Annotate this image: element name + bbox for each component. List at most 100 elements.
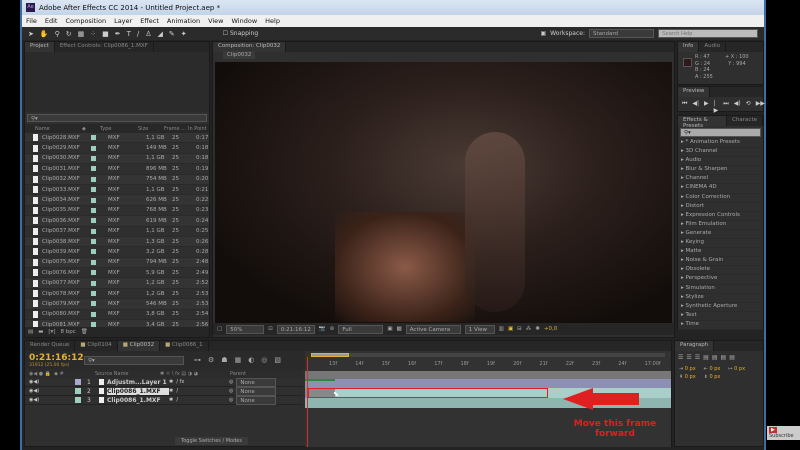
new-folder-icon[interactable]: ▬ [38,329,43,335]
audio-icon[interactable]: ◀) [734,100,741,114]
transparency-grid-icon[interactable]: ▩ [397,326,402,332]
effect-category[interactable]: ▸ Noise & Grain [678,257,763,267]
layer-row[interactable]: ◉◀) 3 Clip0086_1.MXF ✱ / ◎ None [25,395,303,405]
views-select[interactable]: 1 View [464,324,495,334]
effect-category[interactable]: ▸ Color Correction [678,194,763,203]
layer-name[interactable]: Clip0086_1.MXF [107,387,169,395]
menu-view[interactable]: View [208,17,223,25]
work-area-strip[interactable] [305,371,671,379]
toggle-pixel-aspect-icon[interactable]: ▥ [499,326,504,332]
layer-label-color[interactable] [75,388,81,394]
camera-select[interactable]: Active Camera [405,324,461,334]
snapshot-icon[interactable]: 📷 [319,326,326,332]
project-item[interactable]: Clip0036.MXF MXF 619 MB 25 0:24 [25,216,209,227]
search-help-input[interactable] [658,29,758,38]
project-item[interactable]: Clip0033.MXF MXF 1,1 GB 25 0:21 [25,185,209,196]
effect-category[interactable]: ▸ Audio [678,157,763,167]
roto-tool-icon[interactable]: ✎ [169,30,175,38]
layer-label-color[interactable] [75,397,81,403]
motion-blur-icon[interactable]: ◐ [248,356,254,364]
justify-right-icon[interactable]: ▤ [721,354,727,361]
menu-file[interactable]: File [26,17,37,25]
parent-select[interactable]: None [236,386,277,396]
menu-animation[interactable]: Animation [167,17,200,25]
time-ruler[interactable]: 13f 14f 15f 16f 17f 18f 19f 20f 21f 22f 23f 24f 17:0… [305,359,671,371]
effect-category[interactable]: ▸ Perspective [678,275,763,285]
project-item[interactable]: Clip0035.MXF MXF 768 MB 25 0:23 [25,206,209,217]
space-after-field[interactable]: ⇟ 0 px [704,374,721,380]
layer-switches[interactable]: ✱ / [169,388,229,394]
current-time-field[interactable]: 0:21:16:12 [276,324,315,334]
composition-viewer[interactable] [215,62,672,323]
channel-icon[interactable]: ⊛ [330,326,335,332]
safe-margins-icon[interactable]: ⊡ [268,326,273,332]
effect-category[interactable]: ▸ 3D Channel [678,148,763,158]
timeline-tab[interactable]: Render Queue [25,341,76,351]
effect-category[interactable]: ▸ Distort [678,203,763,212]
new-comp-icon[interactable]: [▾] [48,329,55,335]
loop-icon[interactable]: ⟲ [746,100,751,114]
menu-effect[interactable]: Effect [140,17,159,25]
trash-icon[interactable]: 🗑 [81,329,88,335]
frame-blending-icon[interactable]: ▦ [235,356,242,364]
project-item[interactable]: Clip0078.MXF MXF 1,2 GB 25 2:53 [25,289,209,300]
space-before-field[interactable]: ⇞ 0 px [679,374,696,380]
exposure-value[interactable]: +0,0 [544,326,557,332]
col-source-name[interactable]: Source Name [95,371,160,377]
project-item[interactable]: Clip0037.MXF MXF 1,1 GB 25 0:25 [25,227,209,237]
effect-category[interactable]: ▸ Stylize [678,294,763,303]
project-item[interactable]: Clip0080.MXF MXF 3,8 GB 25 2:54 [25,310,209,321]
col-type[interactable]: Type [100,126,138,132]
layer-name[interactable]: Adjustm...Layer 1 [107,379,169,386]
rotate-tool-icon[interactable]: ↻ [66,30,72,38]
justify-center-icon[interactable]: ▤ [712,354,718,361]
tab-project[interactable]: Project [25,42,55,52]
region-of-interest-icon[interactable]: ▣ [387,326,392,332]
menu-composition[interactable]: Composition [65,17,106,25]
justify-left-icon[interactable]: ▤ [703,354,709,361]
project-item[interactable]: Clip0030.MXF MXF 1,1 GB 25 0:18 [25,153,209,165]
effect-category[interactable]: ▸ CINEMA 4D [678,184,763,194]
effect-category[interactable]: ▸ Simulation [678,285,763,294]
effect-category[interactable]: ▸ * Animation Presets [678,139,763,149]
hand-tool-icon[interactable]: ✋ [40,30,49,38]
indent-right-field[interactable]: ⇤ 0 px [704,366,721,372]
col-name[interactable]: Name [25,126,82,132]
project-item[interactable]: Clip0028.MXF MXF 1,1 GB 25 0:17 [25,133,209,144]
visibility-audio-icon[interactable]: ◉◀) [25,388,75,394]
layer-label-color[interactable] [75,379,81,385]
timeline-tab[interactable]: ■ Clip0032 [117,341,161,351]
tab-paragraph[interactable]: Paragraph [675,341,715,351]
brush-tool-icon[interactable]: / [137,30,139,38]
project-item[interactable]: Clip0032.MXF MXF 754 MB 25 0:20 [25,174,209,185]
toggle-switches-modes-button[interactable]: Toggle Switches / Modes [175,437,248,445]
graph-editor-icon[interactable]: ◎ [261,356,267,364]
pen-tool-icon[interactable]: ✒ [115,30,121,38]
parent-pickwhip-icon[interactable]: ◎ [229,388,233,394]
shy-icon[interactable]: ☗ [221,356,227,364]
timeline-search-input[interactable]: ⚲▾ [84,355,184,365]
project-item[interactable]: Clip0075.MXF MXF 794 MB 25 2:48 [25,257,209,269]
col-frame-rate[interactable]: Frame ... [164,126,188,132]
mask-tool-icon[interactable]: ■ [102,30,109,38]
indent-first-line-field[interactable]: ↦ 0 px [728,366,745,372]
tab-info[interactable]: Info [678,42,700,52]
justify-all-icon[interactable]: ▤ [729,354,735,361]
effect-category[interactable]: ▸ Time [678,321,763,330]
fast-previews-icon[interactable]: ▣ [508,326,513,332]
flowchart-icon[interactable]: ⁂ [526,326,532,332]
effect-category[interactable]: ▸ Expression Controls [678,212,763,221]
tab-effect-controls[interactable]: Effect Controls: Clip0086_1.MXF [55,42,154,52]
last-frame-icon[interactable]: ⏭ [723,100,728,114]
camera-tool-icon[interactable]: ▦ [78,30,85,38]
timeline-tab[interactable]: ■ Clip0086_1 [160,341,209,351]
draft-3d-icon[interactable]: ⚙ [208,356,214,364]
project-item[interactable]: Clip0077.MXF MXF 1,2 GB 25 2:52 [25,278,209,289]
project-item[interactable]: Clip0076.MXF MXF 5,9 GB 25 2:49 [25,268,209,279]
align-right-icon[interactable]: ☰ [695,354,700,361]
col-in-point[interactable]: In Point [188,126,207,132]
always-preview-icon[interactable]: ▢ [217,326,222,332]
effect-category[interactable]: ▸ Synthetic Aperture [678,303,763,312]
comp-mini-flowchart-icon[interactable]: ⊶ [194,356,201,364]
stamp-tool-icon[interactable]: ♙ [145,30,151,38]
